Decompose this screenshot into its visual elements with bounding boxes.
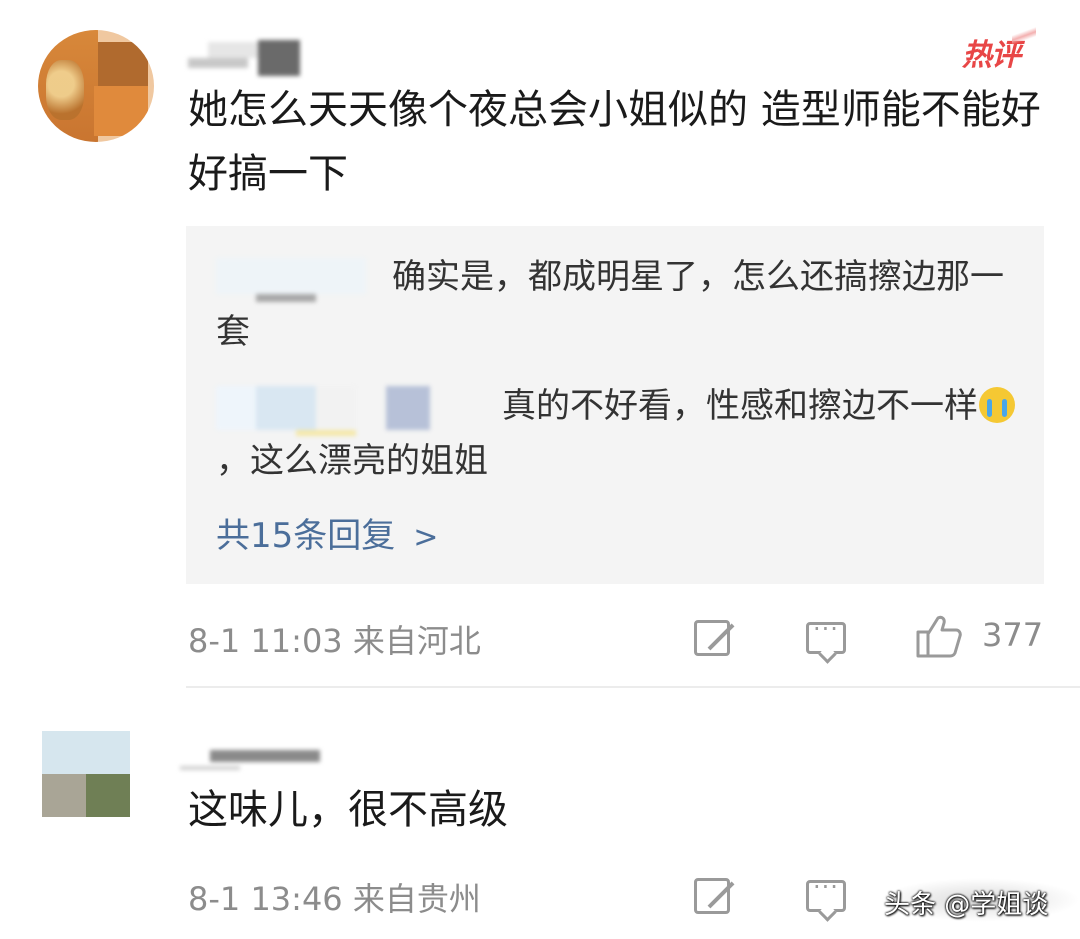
crying-face-emoji-icon: [979, 387, 1015, 423]
like-count: 377: [982, 616, 1044, 654]
user-avatar[interactable]: [38, 30, 154, 142]
repost-edit-icon[interactable]: [694, 878, 730, 914]
reply-item[interactable]: 确实是，都成明星了，怎么还搞擦边那一套: [216, 250, 1016, 360]
comment-time: 8-1 11:03: [188, 622, 343, 660]
comment-icon[interactable]: [806, 873, 846, 912]
reply-text: 真的不好看，性感和擦边不一样: [502, 386, 978, 426]
user-avatar[interactable]: [42, 731, 130, 817]
view-more-replies-link[interactable]: 共15条回复 >: [216, 508, 438, 557]
watermark: 头条 @学姐谈: [884, 890, 1049, 920]
comment-icon[interactable]: [806, 615, 846, 654]
comment-meta: 8-1 13:46 来自贵州: [188, 874, 481, 920]
like-thumb-icon[interactable]: [914, 614, 962, 658]
comment-text: 这味儿，很不高级: [188, 787, 508, 833]
reply-item[interactable]: 真的不好看，性感和擦边不一样 ，这么漂亮的姐姐: [216, 379, 1016, 489]
comment-meta: 8-1 11:03 来自河北: [188, 616, 481, 662]
reply-text-tail: ，这么漂亮的姐姐: [216, 441, 488, 482]
username-blurred[interactable]: [180, 740, 330, 770]
chevron-right-icon: >: [413, 520, 439, 555]
comment-divider: [186, 686, 1080, 688]
hot-comment-badge: 热评: [962, 16, 1036, 74]
username-blurred[interactable]: [188, 40, 300, 76]
comment-location: 来自河北: [352, 622, 481, 660]
repost-edit-icon[interactable]: [694, 620, 730, 656]
comment-time: 8-1 13:46: [188, 880, 343, 918]
comment-text: 她怎么天天像个夜总会小姐似的 造型师能不能好好搞一下: [188, 87, 1041, 197]
comment-location: 来自贵州: [352, 880, 481, 918]
more-replies-label: 共15条回复: [216, 516, 396, 556]
reply-text: 确实是，都成明星了，怎么还搞擦边那一套: [216, 257, 1004, 353]
